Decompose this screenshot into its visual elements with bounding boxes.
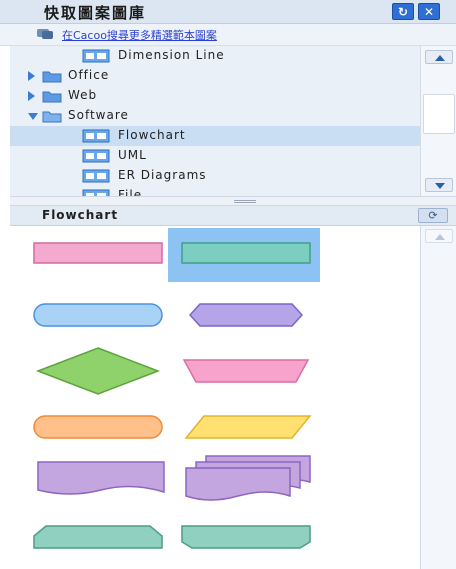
shape-library-tree: Dimension Line Office Web Software Flowchart… <box>10 46 420 196</box>
arrow-up-icon <box>435 55 445 61</box>
manual-operation-icon <box>182 359 310 383</box>
close-button[interactable]: ✕ <box>418 3 440 20</box>
shape-preparation[interactable] <box>168 290 320 344</box>
document-icon <box>37 461 165 495</box>
shape-loop-limit[interactable] <box>168 512 320 566</box>
process-icon <box>33 242 163 264</box>
tree-item-uml[interactable]: UML <box>10 146 420 166</box>
shape-set-icon <box>82 129 110 143</box>
tree-item-software[interactable]: Software <box>10 106 420 126</box>
shape-set-icon <box>82 169 110 183</box>
shape-manual-operation[interactable] <box>168 346 320 400</box>
preparation-icon <box>188 303 304 327</box>
process-selected-icon <box>181 242 311 264</box>
refresh-button[interactable]: ↻ <box>392 3 414 20</box>
shape-palette <box>10 226 420 569</box>
section-refresh-button[interactable]: ⟳ <box>418 208 448 223</box>
cacoo-search-link[interactable]: 在Cacoo搜尋更多精選範本圖案 <box>62 27 217 43</box>
decision-icon <box>35 347 161 395</box>
tree-item-file[interactable]: File <box>10 186 420 196</box>
data-icon <box>184 415 312 439</box>
folder-icon <box>42 111 62 123</box>
tree-scrollbar[interactable] <box>420 46 456 196</box>
tree-item-er-diagrams[interactable]: ER Diagrams <box>10 166 420 186</box>
tree-item-label: Web <box>68 88 98 102</box>
tree-item-office[interactable]: Office <box>10 66 420 86</box>
tree-item-flowchart[interactable]: Flowchart <box>10 126 420 146</box>
palette-scrollbar[interactable] <box>420 226 456 569</box>
shape-multi-document[interactable] <box>168 452 320 506</box>
palette-scroll-up-button[interactable] <box>425 229 453 243</box>
shape-terminator-orange[interactable] <box>20 402 172 456</box>
tree-item-label: Software <box>68 108 129 122</box>
arrow-down-icon <box>435 183 445 189</box>
card-icon <box>33 525 163 549</box>
shape-set-icon <box>82 49 110 63</box>
shape-card[interactable] <box>20 512 172 566</box>
shape-decision[interactable] <box>20 346 172 400</box>
shape-process-selected[interactable] <box>168 228 320 282</box>
scroll-up-button[interactable] <box>425 50 453 64</box>
shape-process[interactable] <box>20 228 172 282</box>
cacoo-link-row: 在Cacoo搜尋更多精選範本圖案 <box>0 24 456 46</box>
shape-terminator[interactable] <box>20 290 172 344</box>
terminator-orange-icon <box>33 415 163 439</box>
panel-splitter[interactable] <box>10 196 456 206</box>
section-header: Flowchart ⟳ <box>10 206 456 226</box>
shape-set-icon <box>82 149 110 163</box>
tree-item-web[interactable]: Web <box>10 86 420 106</box>
tree-item-label: Flowchart <box>118 128 186 142</box>
loop-limit-icon <box>181 525 311 549</box>
collapsed-arrow-icon[interactable] <box>28 91 35 101</box>
expanded-arrow-icon[interactable] <box>28 113 38 120</box>
section-title: Flowchart <box>42 208 119 222</box>
shape-set-icon <box>82 189 110 196</box>
window-title: 快取圖案圖庫 <box>44 4 147 22</box>
folder-icon <box>42 91 62 103</box>
splitter-grip-icon <box>234 200 256 203</box>
chat-icon <box>37 29 53 39</box>
tree-item-label: UML <box>118 148 147 162</box>
shape-document[interactable] <box>20 452 172 506</box>
terminator-icon <box>33 303 163 327</box>
tree-item-label: Dimension Line <box>118 48 225 62</box>
tree-item-label: Office <box>68 68 110 82</box>
scroll-down-button[interactable] <box>425 178 453 192</box>
tree-item-dimension-line[interactable]: Dimension Line <box>10 46 420 66</box>
arrow-up-icon <box>435 234 445 240</box>
scroll-thumb[interactable] <box>423 94 455 134</box>
shape-data[interactable] <box>168 402 320 456</box>
tree-item-label: ER Diagrams <box>118 168 207 182</box>
tree-item-label: File <box>118 188 143 196</box>
folder-icon <box>42 71 62 83</box>
title-bar: 快取圖案圖庫 ↻ ✕ <box>0 0 456 24</box>
multi-document-icon <box>185 455 311 501</box>
collapsed-arrow-icon[interactable] <box>28 71 35 81</box>
